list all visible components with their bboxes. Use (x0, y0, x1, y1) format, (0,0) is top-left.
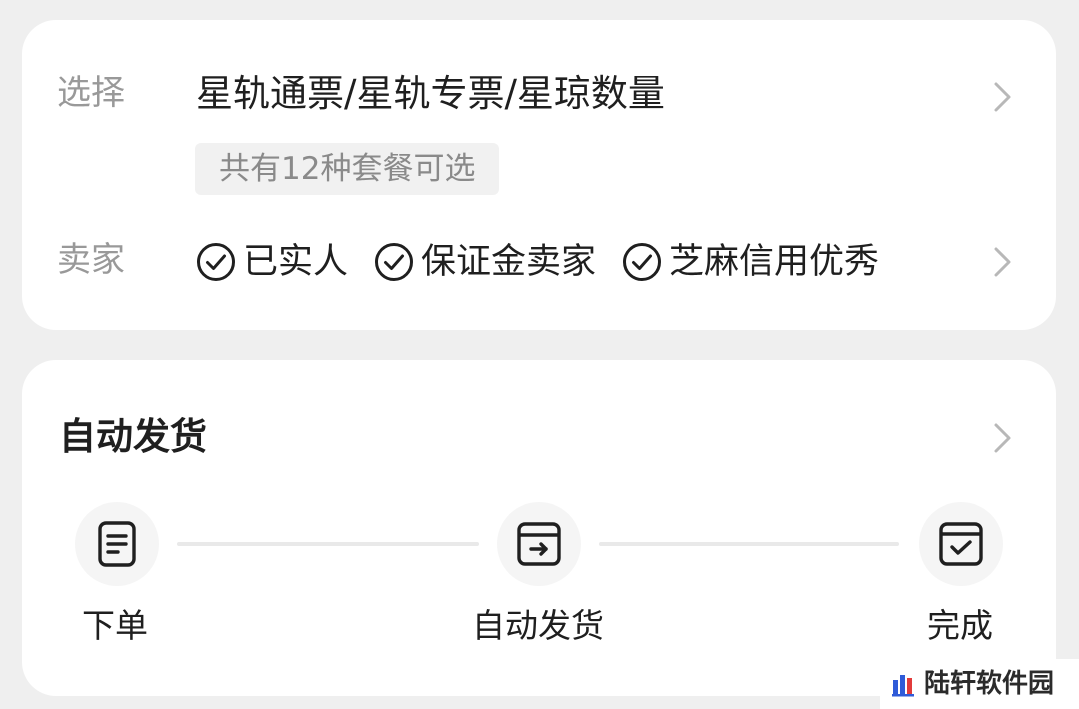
seller-badge-label: 保证金卖家 (421, 242, 597, 282)
step-connector (599, 542, 899, 546)
seller-badge-verified: 已实人 (196, 240, 348, 284)
watermark-logo-icon (892, 675, 914, 697)
check-circle-icon (622, 242, 662, 282)
auto-ship-box-icon (517, 522, 561, 566)
select-chevron-right-icon[interactable] (992, 80, 1014, 114)
seller-chevron-right-icon[interactable] (992, 245, 1014, 279)
seller-label: 卖家 (57, 240, 125, 280)
seller-badge-label: 芝麻信用优秀 (669, 242, 880, 282)
step-auto-ship-label: 自动发货 (472, 606, 604, 645)
selection-card: 选择 星轨通票/星轨专票/星琼数量 共有12种套餐可选 卖家 已实人 保证金卖家… (22, 20, 1056, 330)
check-circle-icon (374, 242, 414, 282)
step-order-label: 下单 (82, 606, 148, 645)
seller-badge-label: 已实人 (243, 242, 349, 282)
select-label: 选择 (57, 73, 125, 113)
seller-badge-credit: 芝麻信用优秀 (622, 240, 879, 284)
seller-badges[interactable]: 已实人 保证金卖家 芝麻信用优秀 (196, 238, 905, 286)
watermark-text: 陆轩软件园 (924, 669, 1055, 699)
delivery-chevron-right-icon[interactable] (992, 421, 1014, 455)
check-circle-icon (196, 242, 236, 282)
step-order-circle (75, 502, 159, 586)
watermark: 陆轩软件园 (880, 659, 1079, 709)
select-value[interactable]: 星轨通票/星轨专票/星琼数量 (196, 72, 665, 116)
step-auto-ship-circle (497, 502, 581, 586)
delivery-card: 自动发货 下单 自动发货 完成 (22, 360, 1056, 696)
completed-box-icon (939, 522, 983, 566)
order-document-icon (98, 521, 136, 567)
delivery-title: 自动发货 (59, 415, 207, 458)
step-complete-label: 完成 (927, 606, 993, 645)
seller-badge-deposit: 保证金卖家 (374, 240, 596, 284)
step-complete-circle (919, 502, 1003, 586)
package-count-tag: 共有12种套餐可选 (195, 143, 500, 195)
step-connector (177, 542, 479, 546)
